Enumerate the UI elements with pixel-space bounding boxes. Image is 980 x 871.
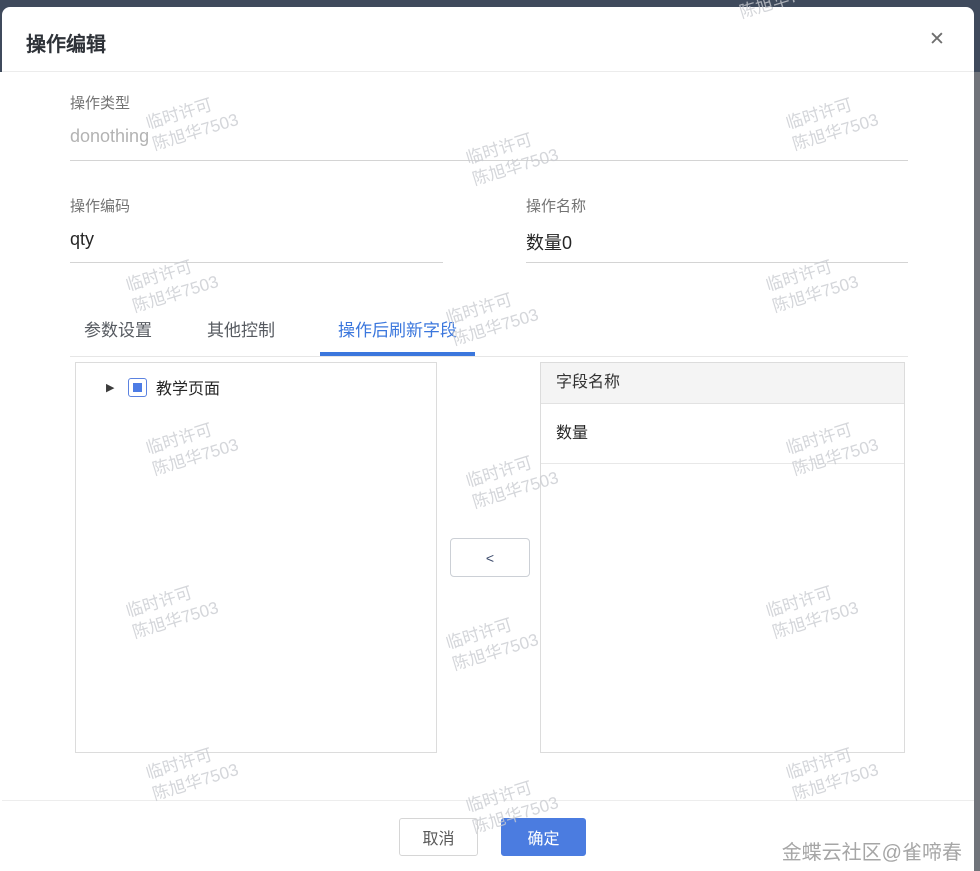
field-name-column-header: 字段名称 (541, 363, 904, 404)
tree-node-label: 教学页面 (156, 381, 221, 398)
tab-parameter-settings[interactable]: 参数设置 (84, 319, 152, 343)
expand-arrow-icon[interactable]: ▶ (106, 381, 120, 394)
operation-name-label: 操作名称 (526, 198, 587, 215)
dialog-header: 操作编辑 ✕ (2, 7, 974, 72)
tab-other-control[interactable]: 其他控制 (207, 319, 275, 343)
footer-divider (2, 800, 974, 801)
operation-code-field[interactable]: 操作编码 qty (70, 193, 443, 263)
field-tree-panel: ▶ 教学页面 (75, 362, 437, 753)
tabbar-divider (70, 356, 908, 357)
tab-refresh-fields-after-operation[interactable]: 操作后刷新字段 (320, 319, 475, 356)
operation-name-field[interactable]: 操作名称 数量0 (526, 193, 908, 263)
dialog-title: 操作编辑 (26, 34, 106, 56)
operation-name-input[interactable]: 数量0 (526, 216, 908, 255)
page-scrollbar[interactable] (974, 0, 980, 871)
table-row[interactable]: 数量 (541, 404, 904, 464)
operation-type-value: donothing (70, 126, 150, 146)
cancel-button[interactable]: 取消 (399, 818, 478, 856)
selected-fields-panel: 字段名称 数量 (540, 362, 905, 753)
confirm-button[interactable]: 确定 (501, 818, 586, 856)
operation-edit-dialog: 操作编辑 ✕ 操作类型 donothing 操作编码 qty 操作名称 数量0 … (2, 7, 974, 871)
community-credit-text: 金蝶云社区@雀啼春 (781, 842, 962, 864)
tree-node-teaching-page[interactable]: ▶ 教学页面 (106, 376, 220, 398)
operation-code-label: 操作编码 (70, 198, 131, 215)
operation-code-input[interactable]: qty (70, 216, 443, 250)
move-left-button[interactable]: < (450, 538, 530, 577)
operation-type-field: 操作类型 donothing (70, 90, 908, 161)
operation-type-label: 操作类型 (70, 95, 131, 112)
close-icon[interactable]: ✕ (926, 29, 948, 51)
checkbox-indeterminate-icon[interactable] (128, 377, 147, 397)
